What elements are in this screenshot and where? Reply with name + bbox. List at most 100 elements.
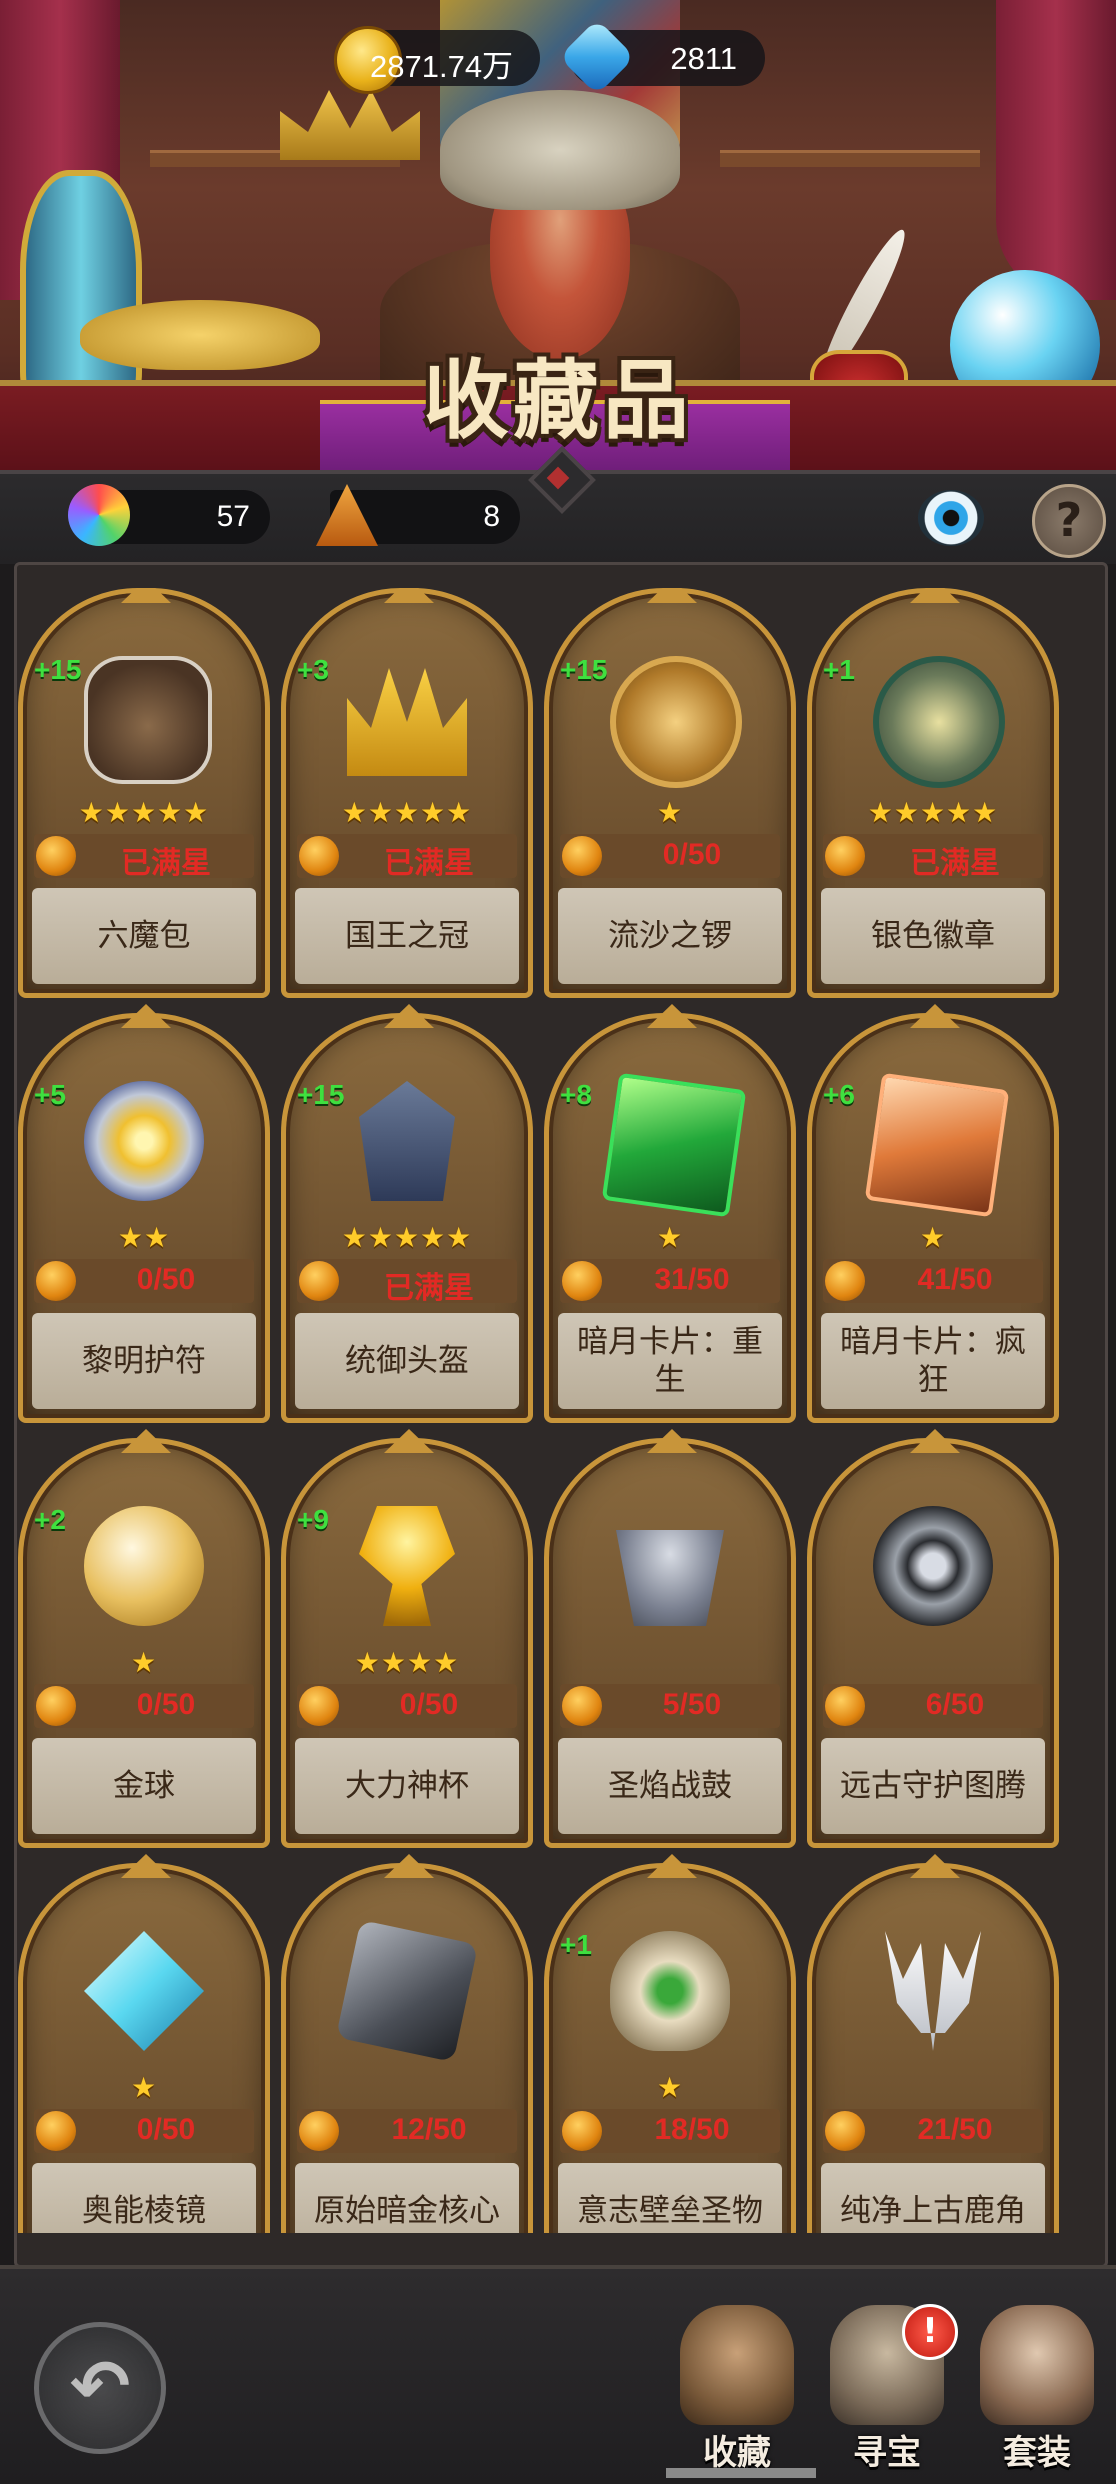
bonus-level: +6 [823, 1079, 855, 1110]
star-rating: ★ [656, 1221, 684, 1254]
star-rating: ★ [130, 2071, 158, 2104]
shard-icon [299, 1686, 339, 1726]
collection-card[interactable]: +8 ★ 31/50 暗月卡片：重生 [544, 1013, 796, 1423]
shard-icon [299, 1261, 339, 1301]
progress-row: 已满星 [34, 834, 254, 880]
item-name-plate: 暗月卡片：疯狂 [821, 1313, 1045, 1409]
shard-icon [825, 2111, 865, 2151]
shard-progress: 0/50 [136, 2113, 196, 2146]
shard-progress: 0/50 [662, 838, 722, 871]
item-name: 意志壁垒圣物 [577, 2193, 763, 2229]
item-name: 暗月卡片：重生 [577, 1324, 763, 1398]
dwarf-merchant-hat [440, 90, 680, 210]
collection-card[interactable]: +15 ★ 0/50 流沙之锣 [544, 588, 796, 998]
collection-card[interactable]: +9 ★★★★ 0/50 大力神杯 [281, 1438, 533, 1848]
shard-icon [825, 1261, 865, 1301]
bonus-level: +5 [34, 1079, 66, 1110]
collection-card[interactable]: +15 ★★★★★ 已满星 统御头盔 [281, 1013, 533, 1423]
progress-row: 0/50 [34, 1259, 254, 1303]
item-name-plate: 暗月卡片：重生 [558, 1313, 782, 1409]
collection-card[interactable]: +2 ★ 0/50 金球 [18, 1438, 270, 1848]
item-name: 金球 [113, 1768, 175, 1804]
star-rating: ★★ [117, 1221, 171, 1254]
progress-row: 18/50 [560, 2109, 780, 2153]
star-rating: ★★★★★ [78, 796, 210, 829]
shard-icon [36, 836, 76, 876]
shard-icon [562, 1686, 602, 1726]
progress-row: 6/50 [823, 1684, 1043, 1728]
item-name: 流沙之锣 [608, 918, 732, 954]
gem-amount: 2811 [670, 41, 737, 76]
item-artwork [873, 1506, 993, 1626]
gold-amount: 2871.74万 [370, 49, 514, 84]
item-name-plate: 奥能棱镜 [32, 2163, 256, 2233]
item-artwork [84, 1506, 204, 1626]
progress-row: 已满星 [823, 834, 1043, 880]
bonus-level: +1 [560, 1929, 592, 1960]
shard-icon [299, 836, 339, 876]
item-name: 暗月卡片：疯狂 [840, 1324, 1026, 1398]
item-name: 大力神杯 [345, 1768, 469, 1804]
collection-card[interactable]: 21/50 纯净上古鹿角 [807, 1863, 1059, 2233]
item-name: 黎明护符 [82, 1343, 206, 1379]
active-tab-indicator [666, 2468, 816, 2478]
rainbow-essence-icon [68, 484, 130, 546]
collection-card[interactable]: +3 ★★★★★ 已满星 国王之冠 [281, 588, 533, 998]
eye-icon[interactable] [918, 490, 984, 546]
shard-icon [36, 2111, 76, 2151]
collection-grid[interactable]: +15 ★★★★★ 已满星六魔包 +3 ★★★★★ 已满星 国王之冠 +15 ★ 0/50 流沙之锣… [18, 588, 1098, 2233]
bonus-level: +15 [34, 654, 82, 685]
tab-set[interactable]: 套装 [962, 2305, 1112, 2480]
alert-badge: ! [902, 2304, 958, 2360]
collection-card[interactable]: ★ 0/50 奥能棱镜 [18, 1863, 270, 2233]
shard-progress: 6/50 [925, 1688, 985, 1721]
tab-collection[interactable]: 收藏 [662, 2305, 812, 2480]
collection-card[interactable]: 6/50 远古守护图腾 [807, 1438, 1059, 1848]
progress-row: 41/50 [823, 1259, 1043, 1303]
item-artwork [610, 1931, 730, 2051]
item-name: 纯净上古鹿角 [840, 2193, 1026, 2229]
right-curtain [996, 0, 1116, 300]
item-name-plate: 原始暗金核心 [295, 2163, 519, 2233]
shard-progress: 21/50 [917, 2113, 993, 2146]
item-name: 圣焰战鼓 [608, 1768, 732, 1804]
item-name-plate: 大力神杯 [295, 1738, 519, 1834]
star-rating: ★★★★★ [341, 796, 473, 829]
progress-row: 已满星 [297, 1259, 517, 1305]
item-name-plate: 国王之冠 [295, 888, 519, 984]
bonus-level: +2 [34, 1504, 66, 1535]
progress-row: 0/50 [560, 834, 780, 878]
item-name: 国王之冠 [345, 918, 469, 954]
shard-progress: 12/50 [391, 2113, 467, 2146]
progress-row: 0/50 [34, 2109, 254, 2153]
shard-progress: 已满星 [384, 1272, 474, 1305]
bonus-level: +8 [560, 1079, 592, 1110]
item-artwork [610, 656, 742, 788]
item-artwork [601, 1072, 747, 1218]
item-name-plate: 六魔包 [32, 888, 256, 984]
star-rating: ★ [656, 796, 684, 829]
collection-card[interactable]: +5 ★★ 0/50 黎明护符 [18, 1013, 270, 1423]
progress-row: 31/50 [560, 1259, 780, 1303]
collection-card[interactable]: +1 ★★★★★ 已满星 银色徽章 [807, 588, 1059, 998]
shard-progress: 31/50 [654, 1263, 730, 1296]
tab-label: 寻宝 [853, 2433, 921, 2473]
star-rating: ★★★★ [354, 1646, 460, 1679]
collection-card[interactable]: 5/50 圣焰战鼓 [544, 1438, 796, 1848]
item-name: 奥能棱镜 [82, 2193, 206, 2229]
collection-card[interactable]: +6 ★ 41/50 暗月卡片：疯狂 [807, 1013, 1059, 1423]
item-name: 远古守护图腾 [840, 1768, 1026, 1804]
question-icon[interactable]: ? [1032, 484, 1106, 558]
item-name: 银色徽章 [871, 918, 995, 954]
progress-row: 12/50 [297, 2109, 517, 2153]
shard-icon [562, 2111, 602, 2151]
shard-icon [825, 836, 865, 876]
tab-label: 收藏 [703, 2433, 771, 2473]
back-arrow-icon[interactable]: ↶ [34, 2322, 166, 2454]
collection-card[interactable]: 12/50 原始暗金核心 [281, 1863, 533, 2233]
item-name-plate: 统御头盔 [295, 1313, 519, 1409]
collection-card[interactable]: +1 ★ 18/50 意志壁垒圣物 [544, 1863, 796, 2233]
essence-amount: 57 [216, 500, 250, 533]
progress-row: 0/50 [34, 1684, 254, 1728]
collection-card[interactable]: +15 ★★★★★ 已满星六魔包 [18, 588, 270, 998]
